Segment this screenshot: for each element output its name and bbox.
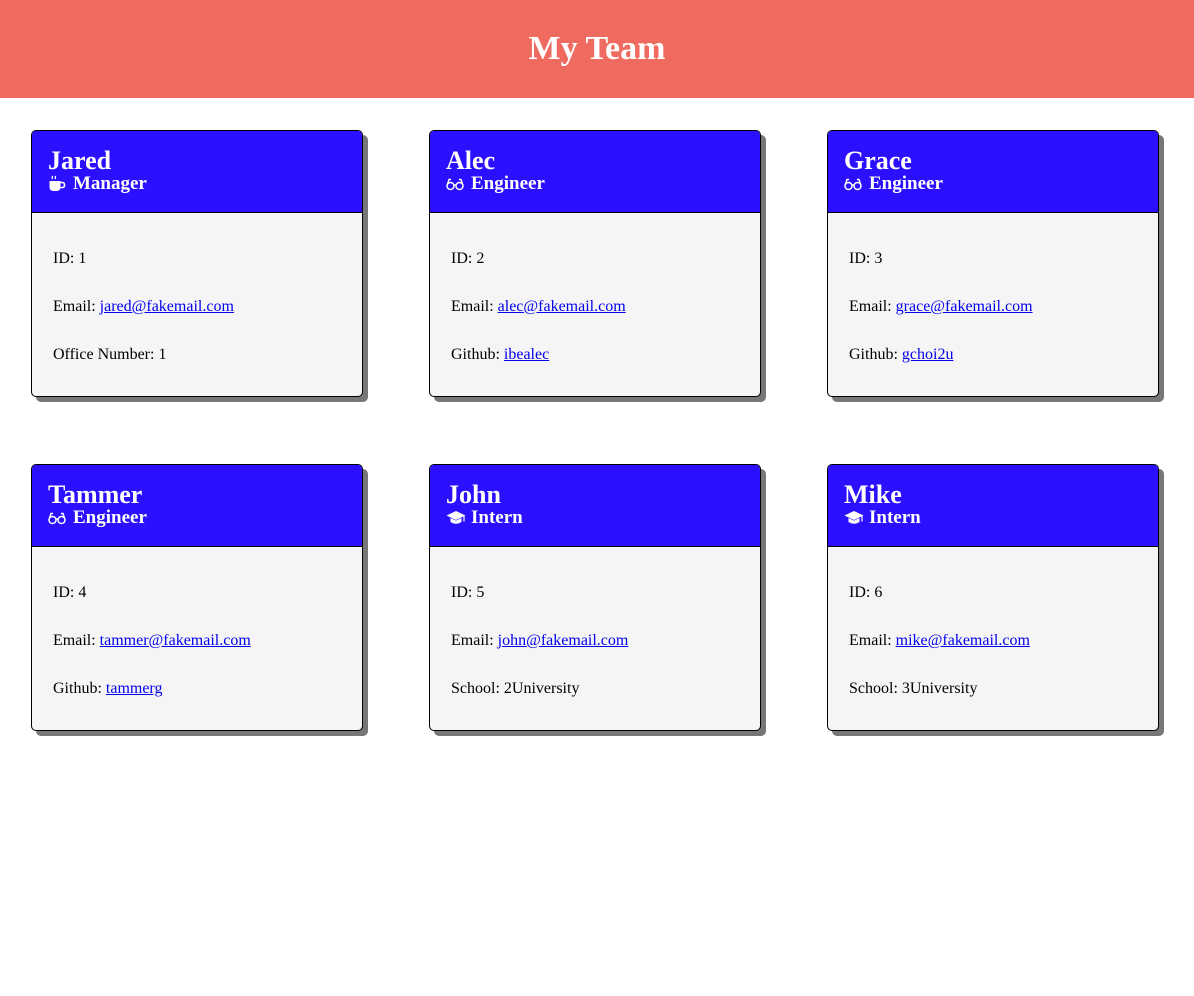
employee-github: Github: tammerg	[53, 677, 341, 725]
id-value: 4	[78, 584, 87, 601]
employee-name: Tammer	[48, 480, 143, 509]
employee-role-label: Intern	[869, 507, 921, 528]
employee-role: Engineer	[446, 173, 744, 195]
email-label: Email:	[849, 632, 896, 649]
card-body: ID: 2 Email: alec@fakemail.com Github: i…	[430, 213, 760, 391]
graduation-cap-icon	[844, 509, 864, 527]
card-body: ID: 5 Email: john@fakemail.com School: 2…	[430, 547, 760, 725]
card-header: Tammer Engineer	[32, 465, 362, 547]
employee-email: Email: mike@fakemail.com	[849, 629, 1137, 677]
email-link[interactable]: tammer@fakemail.com	[100, 632, 251, 649]
employee-id: ID: 5	[451, 581, 739, 629]
email-label: Email:	[451, 632, 498, 649]
employee-card: John Intern ID: 5 Email: john@fakemail.c…	[429, 464, 761, 731]
email-label: Email:	[53, 632, 100, 649]
id-label: ID:	[849, 584, 875, 601]
card-body: ID: 1 Email: jared@fakemail.com Office N…	[32, 213, 362, 391]
glasses-icon	[48, 509, 66, 527]
employee-school: School: 3University	[849, 677, 1137, 725]
id-label: ID:	[849, 250, 875, 267]
employee-github: Github: ibealec	[451, 343, 739, 391]
employee-name: Jared	[48, 146, 112, 175]
card-header: John Intern	[430, 465, 760, 547]
github-label: Github:	[53, 680, 106, 697]
email-link[interactable]: grace@fakemail.com	[896, 298, 1033, 315]
github-label: Github:	[451, 346, 504, 363]
school-value: 2University	[503, 680, 580, 697]
id-value: 6	[874, 584, 883, 601]
email-link[interactable]: mike@fakemail.com	[896, 632, 1030, 649]
id-label: ID:	[451, 584, 477, 601]
github-link[interactable]: ibealec	[504, 346, 549, 363]
employee-email: Email: john@fakemail.com	[451, 629, 739, 677]
employee-email: Email: tammer@fakemail.com	[53, 629, 341, 677]
employee-id: ID: 2	[451, 247, 739, 295]
employee-email: Email: jared@fakemail.com	[53, 295, 341, 343]
card-header: Alec Engineer	[430, 131, 760, 213]
employee-name: John	[446, 480, 501, 509]
glasses-icon	[446, 175, 464, 193]
github-link[interactable]: tammerg	[106, 680, 163, 697]
employee-name: Alec	[446, 146, 496, 175]
card-header: Mike Intern	[828, 465, 1158, 547]
school-label: School:	[451, 680, 504, 697]
employee-card: Alec Engineer ID: 2 Email: alec@fakemail…	[429, 130, 761, 397]
employee-id: ID: 1	[53, 247, 341, 295]
card-header: Jared Manager	[32, 131, 362, 213]
id-value: 3	[874, 250, 883, 267]
school-label: School:	[849, 680, 902, 697]
employee-card: Grace Engineer ID: 3 Email: grace@fakema…	[827, 130, 1159, 397]
employee-office-number: Office Number: 1	[53, 343, 341, 391]
card-body: ID: 6 Email: mike@fakemail.com School: 3…	[828, 547, 1158, 725]
id-label: ID:	[53, 584, 79, 601]
employee-name: Grace	[844, 146, 912, 175]
email-link[interactable]: alec@fakemail.com	[498, 298, 626, 315]
employee-role-label: Manager	[73, 173, 147, 194]
email-label: Email:	[849, 298, 896, 315]
glasses-icon	[844, 175, 862, 193]
id-value: 2	[476, 250, 485, 267]
employee-github: Github: gchoi2u	[849, 343, 1137, 391]
employee-role-label: Intern	[471, 507, 523, 528]
github-link[interactable]: gchoi2u	[902, 346, 954, 363]
id-label: ID:	[53, 250, 79, 267]
office-number-label: Office Number:	[53, 346, 159, 363]
employee-role-label: Engineer	[471, 173, 545, 194]
email-link[interactable]: john@fakemail.com	[498, 632, 629, 649]
github-label: Github:	[849, 346, 902, 363]
page-header: My Team	[0, 0, 1194, 98]
card-body: ID: 3 Email: grace@fakemail.com Github: …	[828, 213, 1158, 391]
email-label: Email:	[53, 298, 100, 315]
employee-role: Intern	[446, 507, 744, 529]
employee-role: Manager	[48, 173, 346, 195]
graduation-cap-icon	[446, 509, 466, 527]
employee-card: Jared Manager ID: 1 Email: jared@fakemai…	[31, 130, 363, 397]
employee-email: Email: alec@fakemail.com	[451, 295, 739, 343]
employee-name: Mike	[844, 480, 902, 509]
card-header: Grace Engineer	[828, 131, 1158, 213]
employee-card: Mike Intern ID: 6 Email: mike@fakemail.c…	[827, 464, 1159, 731]
employee-id: ID: 6	[849, 581, 1137, 629]
school-value: 3University	[901, 680, 978, 697]
card-body: ID: 4 Email: tammer@fakemail.com Github:…	[32, 547, 362, 725]
employee-role-label: Engineer	[73, 507, 147, 528]
email-label: Email:	[451, 298, 498, 315]
page-title: My Team	[528, 30, 666, 67]
employee-role: Intern	[844, 507, 1142, 529]
office-number-value: 1	[158, 346, 167, 363]
coffee-icon	[48, 175, 66, 193]
id-value: 1	[78, 250, 87, 267]
employee-role: Engineer	[844, 173, 1142, 195]
employee-email: Email: grace@fakemail.com	[849, 295, 1137, 343]
employee-role-label: Engineer	[869, 173, 943, 194]
employee-id: ID: 4	[53, 581, 341, 629]
employee-role: Engineer	[48, 507, 346, 529]
id-value: 5	[476, 584, 485, 601]
employee-card: Tammer Engineer ID: 4 Email: tammer@fake…	[31, 464, 363, 731]
email-link[interactable]: jared@fakemail.com	[100, 298, 234, 315]
id-label: ID:	[451, 250, 477, 267]
employee-id: ID: 3	[849, 247, 1137, 295]
employee-school: School: 2University	[451, 677, 739, 725]
